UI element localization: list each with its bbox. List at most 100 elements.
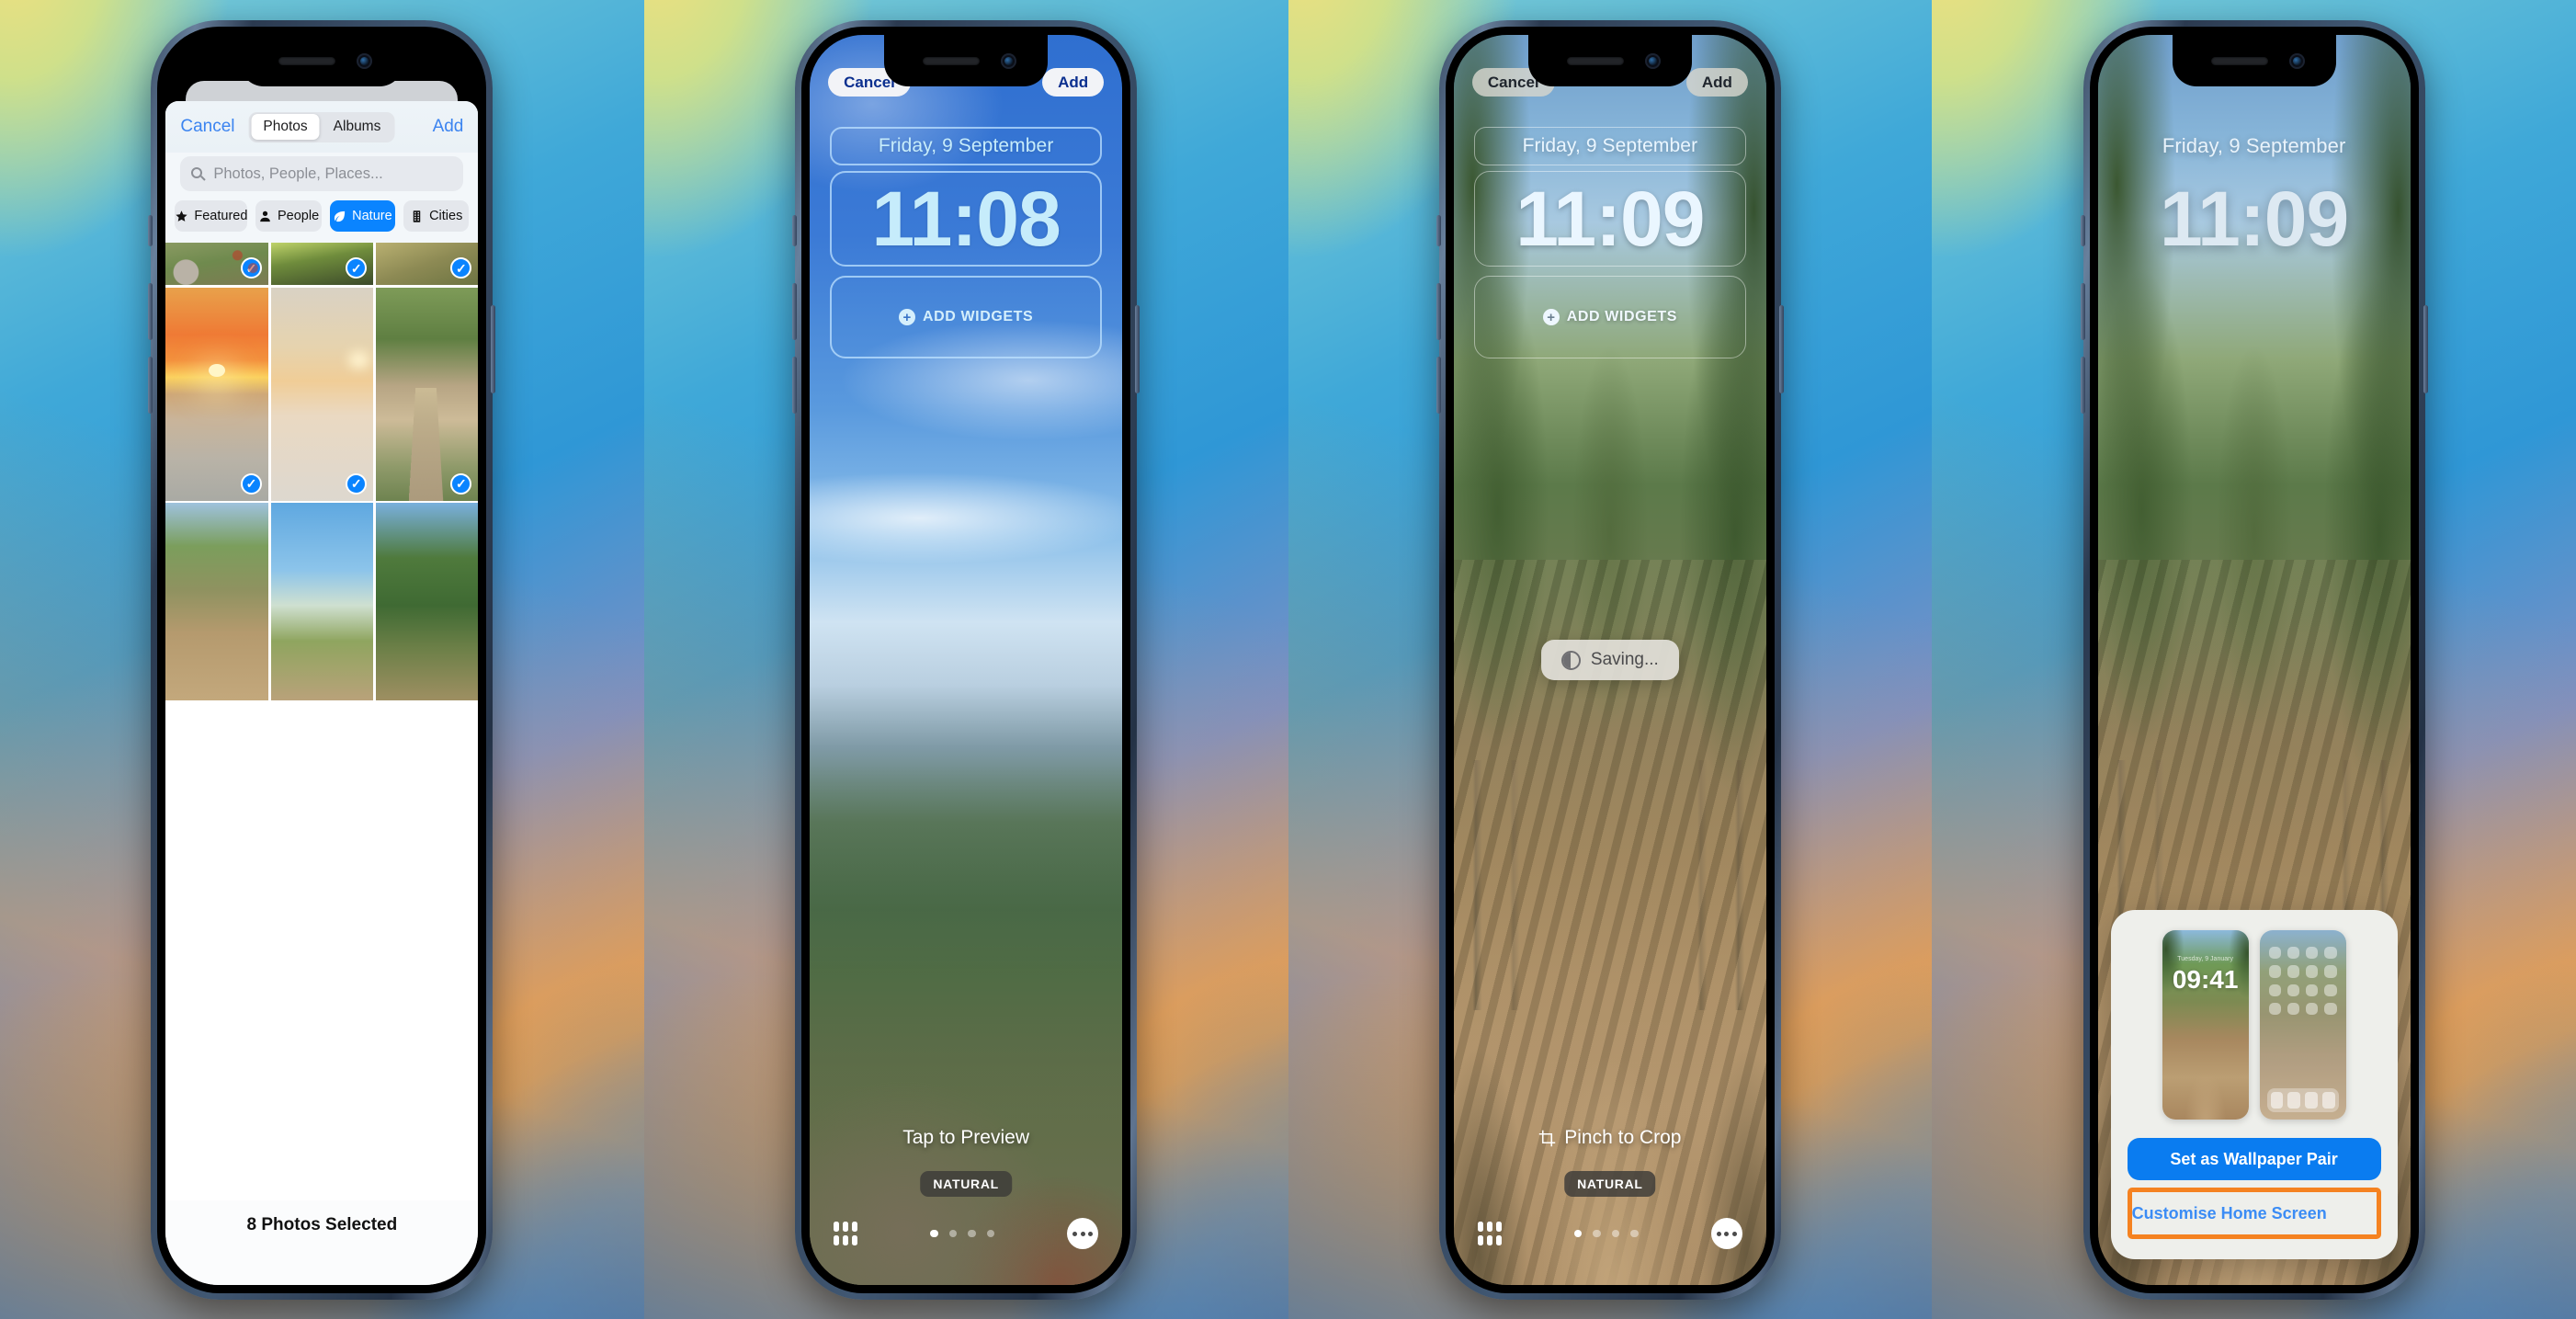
iphone-frame-3: Cancel Add Friday, 9 September 11:09 + A… <box>1436 20 1784 1300</box>
crop-hint[interactable]: Pinch to Crop <box>1454 1127 1766 1149</box>
page-dots[interactable] <box>930 1229 995 1238</box>
mute-switch[interactable] <box>1436 215 1441 246</box>
mute-switch[interactable] <box>148 215 153 246</box>
preview-date: Tuesday, 9 January <box>2177 956 2233 962</box>
side-button[interactable] <box>1135 305 1140 393</box>
volume-up-button[interactable] <box>148 283 153 340</box>
grid-icon[interactable] <box>1477 1222 1502 1245</box>
building-icon <box>410 210 424 223</box>
date-widget-slot[interactable]: Friday, 9 September <box>1473 127 1746 165</box>
preview-time: 09:41 <box>2172 965 2239 994</box>
customise-home-screen-button[interactable]: Customise Home Screen <box>2132 1192 2327 1234</box>
panel-photo-picker: Cancel Photos Albums Add Photos, People,… <box>0 0 644 1319</box>
selected-check-icon[interactable]: ✓ <box>346 257 368 279</box>
dock <box>2266 1088 2339 1112</box>
preview-hint[interactable]: Tap to Preview <box>810 1127 1122 1149</box>
page-dots[interactable] <box>1573 1229 1639 1238</box>
side-button[interactable] <box>2423 305 2428 393</box>
screen-bezel: Friday, 9 September 11:09 Tuesday, 9 Jan… <box>2089 27 2419 1293</box>
photo-thumbnail[interactable]: ✓ <box>375 287 479 501</box>
filter-chip-cities[interactable]: Cities <box>403 200 470 232</box>
add-button[interactable]: Add <box>433 117 464 137</box>
add-button[interactable]: Add <box>1042 68 1105 97</box>
phone-screen-4: Friday, 9 September 11:09 Tuesday, 9 Jan… <box>2097 35 2411 1285</box>
clock-widget-slot[interactable]: 11:09 <box>1473 171 1746 267</box>
style-chip[interactable]: NATURAL <box>1564 1171 1656 1197</box>
more-options-icon[interactable] <box>1710 1218 1742 1249</box>
search-input[interactable]: Photos, People, Places... <box>180 156 464 191</box>
plus-icon: + <box>898 309 915 325</box>
volume-down-button[interactable] <box>1436 357 1441 414</box>
iphone-frame-2: Cancel Add Friday, 9 September 11:08 + A… <box>792 20 1140 1300</box>
front-camera-icon <box>2288 53 2305 69</box>
filter-chip-featured[interactable]: Featured <box>175 200 248 232</box>
front-camera-icon <box>1644 53 1661 69</box>
selected-check-icon[interactable]: ✓ <box>450 472 472 495</box>
volume-down-button[interactable] <box>792 357 798 414</box>
photo-thumbnail[interactable] <box>270 503 374 700</box>
clock-widget-slot[interactable]: 11:08 <box>830 171 1103 267</box>
notch <box>884 35 1049 86</box>
selected-check-icon[interactable]: ✓ <box>241 257 263 279</box>
more-options-icon[interactable] <box>1067 1218 1099 1249</box>
phone-screen-2: Cancel Add Friday, 9 September 11:08 + A… <box>810 35 1123 1285</box>
add-button[interactable]: Add <box>1685 68 1748 97</box>
side-button[interactable] <box>1778 305 1784 393</box>
notch <box>2172 35 2336 86</box>
photo-thumbnail[interactable]: ✓ <box>375 243 479 285</box>
notch <box>240 35 404 86</box>
add-widgets-button[interactable]: + ADD WIDGETS <box>830 276 1103 358</box>
style-chip[interactable]: NATURAL <box>920 1171 1012 1197</box>
earpiece-speaker-icon <box>1566 57 1624 65</box>
photo-thumbnail[interactable]: ✓ <box>165 287 269 501</box>
filter-chip-row: Featured People Nature Cities <box>165 200 479 243</box>
set-as-wallpaper-pair-button[interactable]: Set as Wallpaper Pair <box>2127 1138 2381 1180</box>
front-camera-icon <box>1001 53 1017 69</box>
filter-chip-nature[interactable]: Nature <box>329 200 396 232</box>
volume-up-button[interactable] <box>792 283 798 340</box>
filter-chip-people[interactable]: People <box>255 200 322 232</box>
tab-photos[interactable]: Photos <box>251 114 320 140</box>
notch <box>1527 35 1692 86</box>
phone-screen-1: Cancel Photos Albums Add Photos, People,… <box>165 35 479 1285</box>
selected-check-icon[interactable]: ✓ <box>241 472 263 495</box>
iphone-frame-4: Friday, 9 September 11:09 Tuesday, 9 Jan… <box>2080 20 2428 1300</box>
selection-count-label: 8 Photos Selected <box>246 1215 398 1234</box>
mute-switch[interactable] <box>792 215 798 246</box>
filter-chip-label: Cities <box>429 209 463 223</box>
cancel-button[interactable]: Cancel <box>180 117 234 137</box>
panel-lockscreen-blue: Cancel Add Friday, 9 September 11:08 + A… <box>643 0 1288 1319</box>
selected-check-icon[interactable]: ✓ <box>346 472 368 495</box>
add-widgets-button[interactable]: + ADD WIDGETS <box>1473 276 1746 358</box>
photo-thumbnail[interactable]: ✓ <box>270 243 374 285</box>
photos-albums-segmented-control[interactable]: Photos Albums <box>248 111 395 142</box>
clock-widget-slot: 11:09 <box>2118 171 2390 267</box>
add-widgets-label: ADD WIDGETS <box>1566 309 1678 324</box>
person-icon <box>258 210 272 223</box>
photo-grid: ✓ ✓ ✓ ✓ ✓ ✓ <box>165 243 479 1200</box>
plus-icon: + <box>1542 309 1560 325</box>
date-widget-slot: Friday, 9 September <box>2118 127 2390 165</box>
selected-check-icon[interactable]: ✓ <box>450 257 472 279</box>
lock-screen-preview[interactable]: Tuesday, 9 January 09:41 <box>2162 930 2249 1120</box>
home-screen-preview[interactable] <box>2259 930 2346 1120</box>
customise-home-screen-highlight: Customise Home Screen <box>2127 1188 2381 1239</box>
mute-switch[interactable] <box>2080 215 2085 246</box>
photo-thumbnail[interactable]: ✓ <box>165 243 269 285</box>
screen-bezel: Cancel Add Friday, 9 September 11:08 + A… <box>801 27 1131 1293</box>
side-button[interactable] <box>491 305 496 393</box>
photo-thumbnail[interactable] <box>165 503 269 700</box>
photo-thumbnail[interactable]: ✓ <box>270 287 374 501</box>
volume-down-button[interactable] <box>2080 357 2085 414</box>
volume-up-button[interactable] <box>1436 283 1441 340</box>
tab-albums[interactable]: Albums <box>322 114 393 140</box>
date-widget-slot[interactable]: Friday, 9 September <box>830 127 1103 165</box>
volume-down-button[interactable] <box>148 357 153 414</box>
lockscreen-editor: Cancel Add Friday, 9 September 11:08 + A… <box>810 35 1122 1285</box>
volume-up-button[interactable] <box>2080 283 2085 340</box>
photo-thumbnail[interactable] <box>375 503 479 700</box>
grid-icon[interactable] <box>834 1222 858 1245</box>
lockscreen-date: Friday, 9 September <box>2162 134 2346 157</box>
leaf-icon <box>333 210 346 223</box>
preview-hint-label: Tap to Preview <box>902 1127 1029 1148</box>
